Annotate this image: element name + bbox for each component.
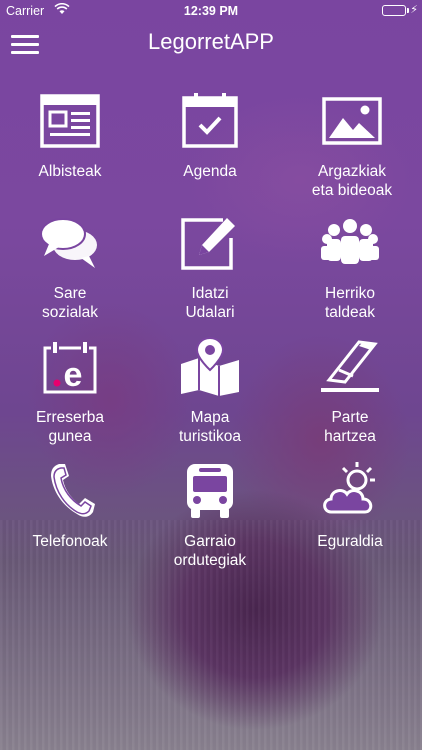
navigation-bar: LegorretAPP xyxy=(0,22,422,66)
tile-label: Telefonoak xyxy=(32,533,108,550)
tile-mapa-turistikoa[interactable]: Mapa turistikoa xyxy=(140,336,280,456)
calendar-check-icon xyxy=(182,93,238,148)
tile-label: Erreserba gunea xyxy=(35,409,105,445)
tile-parte-hartzea[interactable]: Parte hartzea xyxy=(280,336,420,456)
tile-label: Eguraldia xyxy=(317,533,383,550)
charging-icon: ⚡ xyxy=(410,4,418,16)
svg-text:e: e xyxy=(64,356,83,394)
image-icon xyxy=(322,97,382,145)
phone-icon xyxy=(51,464,95,517)
tile-agenda[interactable]: Agenda xyxy=(140,90,280,210)
tile-label: Garraio ordutegiak xyxy=(173,533,247,569)
tile-telefonoak[interactable]: Telefonoak xyxy=(0,460,140,580)
tile-sare-sozialak[interactable]: Sare sozialak xyxy=(0,212,140,332)
weather-icon xyxy=(323,462,375,514)
status-time: 12:39 PM xyxy=(183,4,239,18)
group-icon xyxy=(321,219,379,264)
tile-label: Albisteak xyxy=(38,163,102,180)
edit-icon xyxy=(181,218,235,270)
tile-eguraldia[interactable]: Eguraldia xyxy=(280,460,420,580)
status-bar: Carrier 12:39 PM ⚡ xyxy=(0,0,422,22)
tile-argazkiak[interactable]: Argazkiak eta bideoak xyxy=(282,90,422,210)
tile-label: Agenda xyxy=(183,163,237,180)
tile-label: Idatzi Udalari xyxy=(185,285,235,321)
battery-tip xyxy=(407,8,409,13)
e-calendar-icon: e xyxy=(43,342,97,394)
page-title: LegorretAPP xyxy=(148,29,274,54)
tile-label: Herriko taldeak xyxy=(325,285,375,321)
tile-label: Sare sozialak xyxy=(42,285,98,321)
chat-bubbles-icon xyxy=(40,218,97,268)
battery-icon xyxy=(382,5,406,16)
tile-herriko-taldeak[interactable]: Herriko taldeak xyxy=(280,212,420,332)
tile-garraio-ordutegiak[interactable]: Garraio ordutegiak xyxy=(140,460,280,580)
tile-idatzi-udalari[interactable]: Idatzi Udalari xyxy=(140,212,280,332)
tile-label: Parte hartzea xyxy=(324,409,376,445)
tile-label: Mapa turistikoa xyxy=(178,409,242,445)
tile-label: Argazkiak eta bideoak xyxy=(311,163,393,199)
bus-icon xyxy=(187,464,233,518)
newspaper-icon xyxy=(40,94,100,148)
tile-erreserba-gunea[interactable]: e Erreserba gunea xyxy=(0,336,140,456)
map-icon xyxy=(181,336,239,396)
ballot-icon xyxy=(321,340,379,392)
tile-albisteak[interactable]: Albisteak xyxy=(0,90,140,210)
